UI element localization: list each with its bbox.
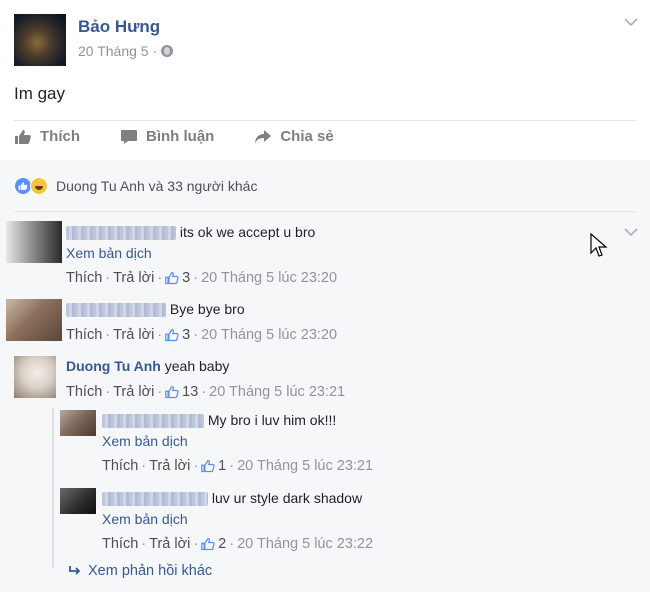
reply-text: luv ur style dark shadow <box>211 490 363 506</box>
reactions-summary[interactable]: Duong Tu Anh và 33 người khác <box>14 177 257 195</box>
commenter-name[interactable]: Duong Tu Anh <box>66 358 161 374</box>
separator: · <box>157 327 163 343</box>
globe-icon[interactable] <box>161 45 174 57</box>
comment: its ok we accept u bro Xem bản dịch Thíc… <box>66 222 337 288</box>
separator: · <box>105 270 111 286</box>
replier-name-blurred[interactable] <box>102 414 204 429</box>
share-button[interactable]: Chia sẻ <box>254 128 334 145</box>
comment-reply-link[interactable]: Trả lời <box>113 382 154 402</box>
replier-name-blurred[interactable] <box>102 492 208 507</box>
separator: · <box>105 384 111 400</box>
chevron-down-icon[interactable] <box>624 14 638 30</box>
commenter-name-blurred[interactable] <box>66 303 166 318</box>
separator: · <box>193 270 199 286</box>
comment-icon <box>121 129 137 144</box>
translate-link[interactable]: Xem bản dịch <box>102 431 373 451</box>
thumbs-up-icon <box>201 459 215 473</box>
separator: · <box>229 536 235 552</box>
replier-avatar[interactable] <box>60 410 96 436</box>
divider <box>14 211 636 212</box>
post-card: Bảo Hưng 20 Tháng 5 · Im gay Thích Bình … <box>0 0 650 592</box>
commenter-name-blurred[interactable] <box>66 226 176 241</box>
post-date[interactable]: 20 Tháng 5 <box>78 43 149 59</box>
separator: · <box>193 536 199 552</box>
like-count[interactable]: 13 <box>182 382 198 402</box>
comment-reply-link[interactable]: Trả lời <box>113 325 154 345</box>
chevron-down-icon[interactable] <box>624 224 638 240</box>
comment-time[interactable]: 20 Tháng 5 lúc 23:21 <box>209 382 345 402</box>
like-count[interactable]: 3 <box>182 325 190 345</box>
translate-link[interactable]: Xem bản dịch <box>102 509 373 529</box>
replier-avatar[interactable] <box>60 488 96 514</box>
reply-actions: Thích · Trả lời · 1 · 20 Tháng 5 lúc 23:… <box>102 456 373 476</box>
separator: · <box>105 327 111 343</box>
reply-time[interactable]: 20 Tháng 5 lúc 23:21 <box>237 456 373 476</box>
like-count[interactable]: 1 <box>218 456 226 476</box>
divider <box>14 120 636 121</box>
mouse-cursor-icon <box>590 232 608 264</box>
share-label: Chia sẻ <box>280 128 334 145</box>
reply-reply-link[interactable]: Trả lời <box>149 456 190 476</box>
comment-time[interactable]: 20 Tháng 5 lúc 23:20 <box>201 268 337 288</box>
thumbs-up-icon <box>165 385 179 399</box>
comment-like-link[interactable]: Thích <box>66 382 102 402</box>
comment-like-link[interactable]: Thích <box>66 325 102 345</box>
like-label: Thích <box>40 128 80 145</box>
reply-arrow-icon <box>69 566 81 575</box>
author-name[interactable]: Bảo Hưng <box>78 17 160 37</box>
reply-thread-line <box>52 408 54 568</box>
like-count[interactable]: 3 <box>182 268 190 288</box>
reply-time[interactable]: 20 Tháng 5 lúc 23:22 <box>237 534 373 554</box>
comment-text: its ok we accept u bro <box>179 224 316 240</box>
comment-button[interactable]: Bình luận <box>120 128 214 145</box>
translate-link[interactable]: Xem bản dịch <box>66 243 337 263</box>
comment-actions: Thích · Trả lời · 3 · 20 Tháng 5 lúc 23:… <box>66 325 337 345</box>
reactions-text: Duong Tu Anh và 33 người khác <box>56 178 258 194</box>
haha-reaction-icon <box>30 177 48 195</box>
separator: · <box>157 270 163 286</box>
reply-actions: Thích · Trả lời · 2 · 20 Tháng 5 lúc 23:… <box>102 534 373 554</box>
separator: · <box>229 458 235 474</box>
separator: · <box>141 536 147 552</box>
comment-actions: Thích · Trả lời · 3 · 20 Tháng 5 lúc 23:… <box>66 268 337 288</box>
separator: · <box>201 384 207 400</box>
comment-reply-link[interactable]: Trả lời <box>113 268 154 288</box>
like-button[interactable]: Thích <box>14 128 80 145</box>
like-count[interactable]: 2 <box>218 534 226 554</box>
comment-label: Bình luận <box>146 128 215 145</box>
reply-reply-link[interactable]: Trả lời <box>149 534 190 554</box>
author-avatar[interactable] <box>14 14 66 66</box>
reply-text: My bro i luv him ok!!! <box>207 412 337 428</box>
comment: Bye bye bro Thích · Trả lời · 3 · 20 Thá… <box>66 299 337 345</box>
separator: · <box>193 458 199 474</box>
comment-text: yeah baby <box>164 358 230 374</box>
thumbs-up-icon <box>165 271 179 285</box>
post-actions: Thích Bình luận Chia sẻ <box>14 128 334 145</box>
thumbs-up-icon <box>15 129 31 144</box>
commenter-avatar[interactable] <box>6 299 62 341</box>
comment-like-link[interactable]: Thích <box>66 268 102 288</box>
reply: My bro i luv him ok!!! Xem bản dịch Thíc… <box>102 410 373 476</box>
thumbs-up-icon <box>165 328 179 342</box>
comment-actions: Thích · Trả lời · 13 · 20 Tháng 5 lúc 23… <box>66 382 345 402</box>
post-meta: 20 Tháng 5 · <box>78 43 174 59</box>
reply-like-link[interactable]: Thích <box>102 534 138 554</box>
comment: Duong Tu Anh yeah baby Thích · Trả lời ·… <box>66 356 345 402</box>
comment-text: Bye bye bro <box>169 301 245 317</box>
meta-separator: · <box>152 43 158 59</box>
commenter-avatar[interactable] <box>14 356 56 398</box>
separator: · <box>193 327 199 343</box>
share-icon <box>255 129 272 144</box>
thumbs-up-icon <box>201 537 215 551</box>
reply-like-link[interactable]: Thích <box>102 456 138 476</box>
post-text: Im gay <box>14 84 66 103</box>
reply: luv ur style dark shadow Xem bản dịch Th… <box>102 488 373 554</box>
separator: · <box>141 458 147 474</box>
separator: · <box>157 384 163 400</box>
comment-time[interactable]: 20 Tháng 5 lúc 23:20 <box>201 325 337 345</box>
more-replies-link[interactable]: Xem phản hồi khác <box>68 563 212 579</box>
more-replies-label: Xem phản hồi khác <box>88 563 213 579</box>
commenter-avatar[interactable] <box>6 221 62 263</box>
